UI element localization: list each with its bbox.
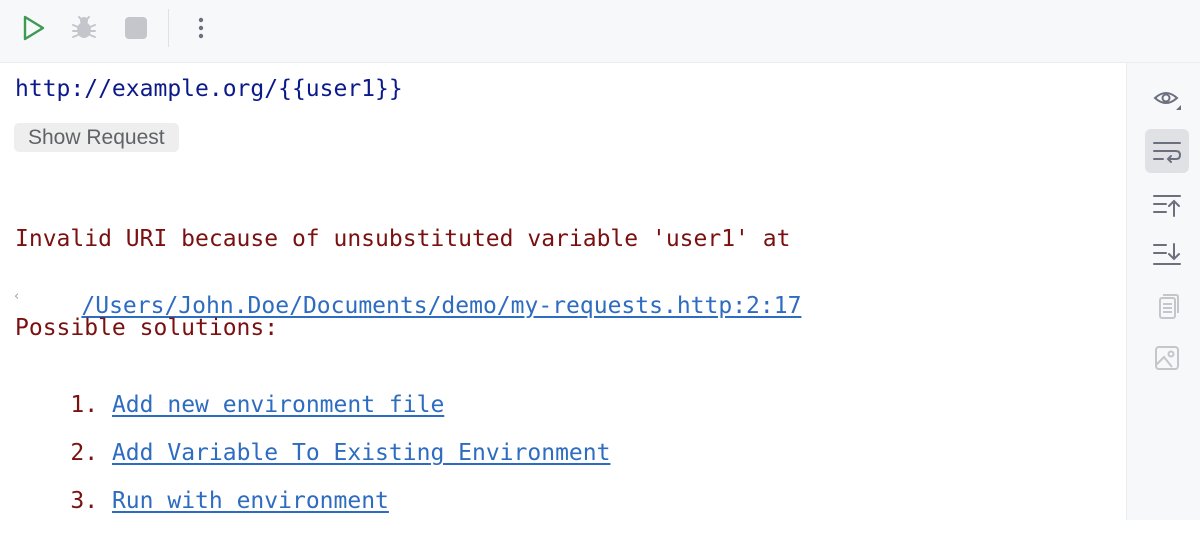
solution-number: 3. [70, 488, 99, 514]
run-button[interactable] [14, 10, 50, 46]
debug-icon [72, 16, 96, 38]
debug-button[interactable] [66, 10, 102, 46]
stop-button[interactable] [118, 10, 154, 46]
request-url: http://example.org/{{user1}} [15, 76, 403, 102]
scroll-to-top-icon [1153, 195, 1181, 217]
soft-wrap-icon [1153, 142, 1182, 163]
toolbar [0, 0, 1200, 63]
scroll-to-end-button[interactable] [1145, 233, 1189, 277]
soft-wrap-button[interactable] [1145, 129, 1189, 173]
run-with-environment-link[interactable]: Run with environment [112, 488, 389, 514]
more-button[interactable] [183, 10, 219, 46]
scroll-to-top-button[interactable] [1145, 183, 1189, 227]
show-request-button[interactable]: Show Request [14, 123, 179, 152]
scroll-to-end-icon [1153, 243, 1181, 265]
error-message: Invalid URI because of unsubstituted var… [15, 226, 791, 252]
list-item: 3. Run with environment [15, 459, 389, 543]
image-icon [1155, 346, 1179, 370]
image-button[interactable] [1145, 336, 1189, 380]
soft-wrap-marker-icon: ‹ [14, 289, 20, 304]
run-icon [23, 15, 45, 41]
response-output: http://example.org/{{user1}} Show Reques… [0, 63, 1126, 520]
more-vertical-icon [198, 17, 204, 39]
copy-button[interactable] [1145, 285, 1189, 329]
solutions-heading: Possible solutions: [15, 315, 279, 341]
toolbar-separator [168, 9, 169, 47]
view-options-button[interactable] [1145, 77, 1189, 121]
copy-icon [1159, 294, 1179, 319]
stop-icon [125, 17, 147, 39]
right-toolbar [1126, 63, 1200, 520]
eye-icon [1153, 92, 1181, 110]
